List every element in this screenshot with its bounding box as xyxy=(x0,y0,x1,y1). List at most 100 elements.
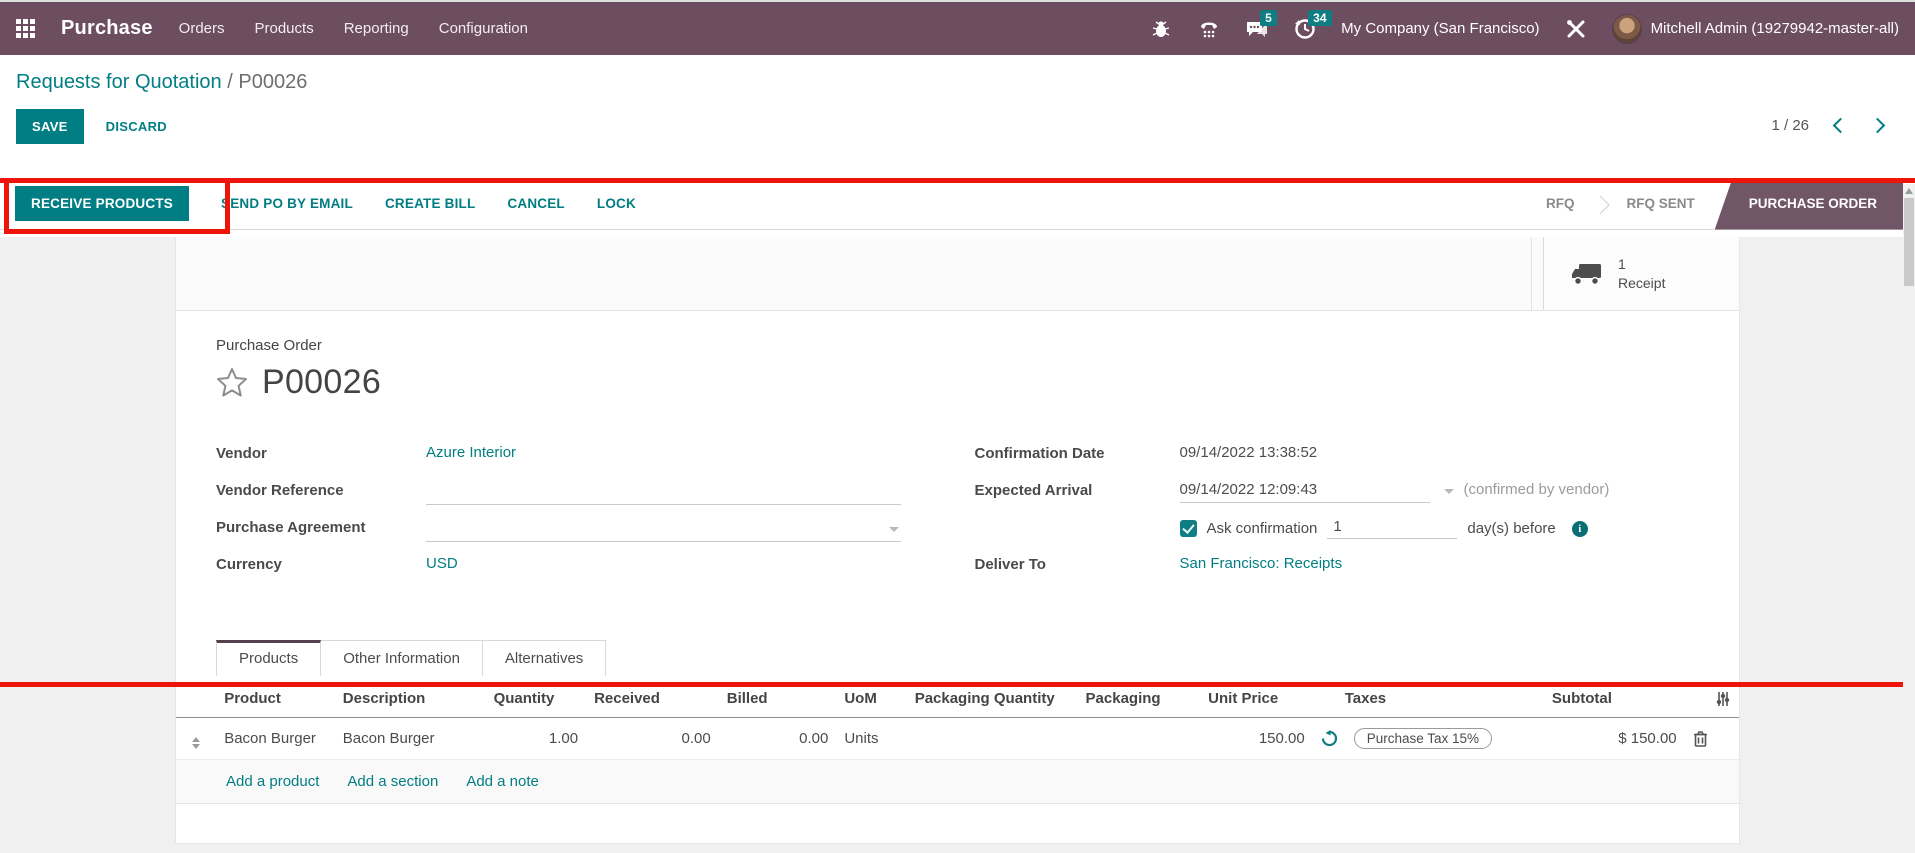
days-before-suffix: day(s) before xyxy=(1467,520,1555,537)
cell-product[interactable]: Bacon Burger xyxy=(216,718,335,760)
menu-orders[interactable]: Orders xyxy=(179,20,225,37)
annotation-line-table xyxy=(0,682,1915,687)
vendor-value[interactable]: Azure Interior xyxy=(426,444,516,461)
voip-phone-icon[interactable] xyxy=(1197,17,1221,41)
lock-button[interactable]: LOCK xyxy=(597,196,636,211)
notebook-tabs: Products Other Information Alternatives xyxy=(216,640,1699,676)
cell-description[interactable]: Bacon Burger xyxy=(335,718,486,760)
menu-products[interactable]: Products xyxy=(255,20,314,37)
pager-count: 1 / 26 xyxy=(1771,117,1809,134)
app-name[interactable]: Purchase xyxy=(61,17,153,40)
cell-unit-price[interactable]: 150.00 xyxy=(1200,718,1313,760)
form-view: 1 Receipt Purchase Order P00026 Vendor A… xyxy=(0,237,1915,853)
status-purchase-order[interactable]: PURCHASE ORDER xyxy=(1715,178,1903,230)
currency-value[interactable]: USD xyxy=(426,555,458,572)
add-a-section-link[interactable]: Add a section xyxy=(347,773,438,790)
menu-reporting[interactable]: Reporting xyxy=(344,20,409,37)
messages-icon[interactable]: 5 xyxy=(1245,17,1269,41)
vendor-reference-label: Vendor Reference xyxy=(216,481,426,499)
order-line-row[interactable]: Bacon Burger Bacon Burger 1.00 0.00 0.00… xyxy=(176,718,1739,760)
sheet-body: Purchase Order P00026 Vendor Azure Inter… xyxy=(176,311,1739,676)
info-icon: i xyxy=(1572,521,1588,537)
add-a-note-link[interactable]: Add a note xyxy=(466,773,539,790)
sliders-icon xyxy=(1715,691,1731,707)
avatar xyxy=(1612,14,1642,44)
pager: 1 / 26 xyxy=(1771,117,1883,134)
purchase-agreement-label: Purchase Agreement xyxy=(216,518,426,536)
cell-billed[interactable]: 0.00 xyxy=(719,718,837,760)
top-navbar: Purchase Orders Products Reporting Confi… xyxy=(0,0,1915,55)
expected-arrival-label: Expected Arrival xyxy=(975,481,1180,499)
tab-products[interactable]: Products xyxy=(216,640,321,676)
cell-quantity[interactable]: 1.00 xyxy=(486,718,587,760)
activities-badge: 34 xyxy=(1308,10,1331,26)
breadcrumb: Requests for Quotation / P00026 xyxy=(16,71,1899,94)
cell-uom[interactable]: Units xyxy=(836,718,906,760)
cell-received[interactable]: 0.00 xyxy=(586,718,719,760)
breadcrumb-separator: / xyxy=(222,71,239,93)
purchase-agreement-select[interactable] xyxy=(426,518,901,542)
cell-packaging-quantity[interactable] xyxy=(907,718,1078,760)
add-a-product-link[interactable]: Add a product xyxy=(226,773,319,790)
expected-arrival-input[interactable]: 09/14/2022 12:09:43 xyxy=(1180,481,1430,503)
pager-next-icon[interactable] xyxy=(1870,118,1886,134)
button-box-band: 1 Receipt xyxy=(176,237,1739,311)
vertical-scrollbar[interactable] xyxy=(1903,184,1915,853)
tab-other-information[interactable]: Other Information xyxy=(321,640,483,676)
activities-icon[interactable]: 34 xyxy=(1293,17,1317,41)
apps-grid-icon[interactable] xyxy=(16,19,35,38)
fields-right-column: Confirmation Date 09/14/2022 13:38:52 Ex… xyxy=(975,444,1700,592)
drag-handle-icon[interactable] xyxy=(192,737,200,749)
scrollbar-up-icon[interactable] xyxy=(1905,188,1913,194)
company-switcher[interactable]: My Company (San Francisco) xyxy=(1341,20,1539,37)
tools-icon[interactable] xyxy=(1564,17,1588,41)
confirmation-date-label: Confirmation Date xyxy=(975,444,1180,462)
breadcrumb-parent[interactable]: Requests for Quotation xyxy=(16,71,222,93)
receipt-count: 1 xyxy=(1618,255,1665,274)
truck-icon xyxy=(1570,261,1604,287)
status-separator-icon xyxy=(1594,178,1606,230)
deliver-to-label: Deliver To xyxy=(975,555,1180,573)
band-divider xyxy=(1531,237,1532,310)
discard-button[interactable]: DISCARD xyxy=(106,119,167,134)
vendor-reference-input[interactable] xyxy=(426,481,901,505)
statusbar: RFQ RFQ SENT PURCHASE ORDER xyxy=(1526,178,1903,230)
document-type-label: Purchase Order xyxy=(216,337,1699,354)
tab-alternatives[interactable]: Alternatives xyxy=(483,640,606,676)
send-po-by-email-button[interactable]: SEND PO BY EMAIL xyxy=(221,196,353,211)
status-rfq[interactable]: RFQ xyxy=(1526,178,1595,230)
deliver-to-value[interactable]: San Francisco: Receipts xyxy=(1180,555,1343,572)
control-panel: Requests for Quotation / P00026 SAVE DIS… xyxy=(0,55,1915,178)
delete-line-icon[interactable] xyxy=(1693,730,1708,747)
ask-confirmation-spacer xyxy=(975,518,1180,519)
order-lines-table: Product Description Quantity Received Bi… xyxy=(176,680,1739,760)
bug-icon[interactable] xyxy=(1149,17,1173,41)
currency-label: Currency xyxy=(216,555,426,573)
days-before-input[interactable]: 1 xyxy=(1327,518,1457,539)
cell-subtotal: $ 150.00 xyxy=(1544,718,1685,760)
dropdown-caret-icon xyxy=(889,527,899,532)
date-caret-icon[interactable] xyxy=(1444,489,1454,494)
create-bill-button[interactable]: CREATE BILL xyxy=(385,196,475,211)
fields-left-column: Vendor Azure Interior Vendor Reference P… xyxy=(216,444,941,592)
status-rfq-sent[interactable]: RFQ SENT xyxy=(1606,178,1714,230)
tax-badge[interactable]: Purchase Tax 15% xyxy=(1354,728,1492,749)
receipt-label: Receipt xyxy=(1618,274,1665,293)
ask-confirmation-checkbox[interactable] xyxy=(1180,520,1197,537)
scrollbar-thumb[interactable] xyxy=(1904,198,1914,286)
favorite-star-icon[interactable] xyxy=(216,367,248,398)
menu-configuration[interactable]: Configuration xyxy=(439,20,528,37)
price-history-icon[interactable] xyxy=(1321,730,1338,747)
annotation-line-top xyxy=(0,178,1915,183)
pager-previous-icon[interactable] xyxy=(1833,118,1849,134)
user-menu[interactable]: Mitchell Admin (19279942-master-all) xyxy=(1612,14,1899,44)
messages-badge: 5 xyxy=(1260,10,1277,26)
cell-packaging[interactable] xyxy=(1078,718,1201,760)
confirmation-date-value: 09/14/2022 13:38:52 xyxy=(1180,444,1318,461)
user-name: Mitchell Admin (19279942-master-all) xyxy=(1651,20,1899,37)
confirmed-by-vendor-note: (confirmed by vendor) xyxy=(1464,481,1610,498)
cancel-button[interactable]: CANCEL xyxy=(507,196,564,211)
save-button[interactable]: SAVE xyxy=(16,109,84,144)
annotation-box-receive-products xyxy=(4,178,230,234)
receipt-smart-button[interactable]: 1 Receipt xyxy=(1543,237,1739,310)
